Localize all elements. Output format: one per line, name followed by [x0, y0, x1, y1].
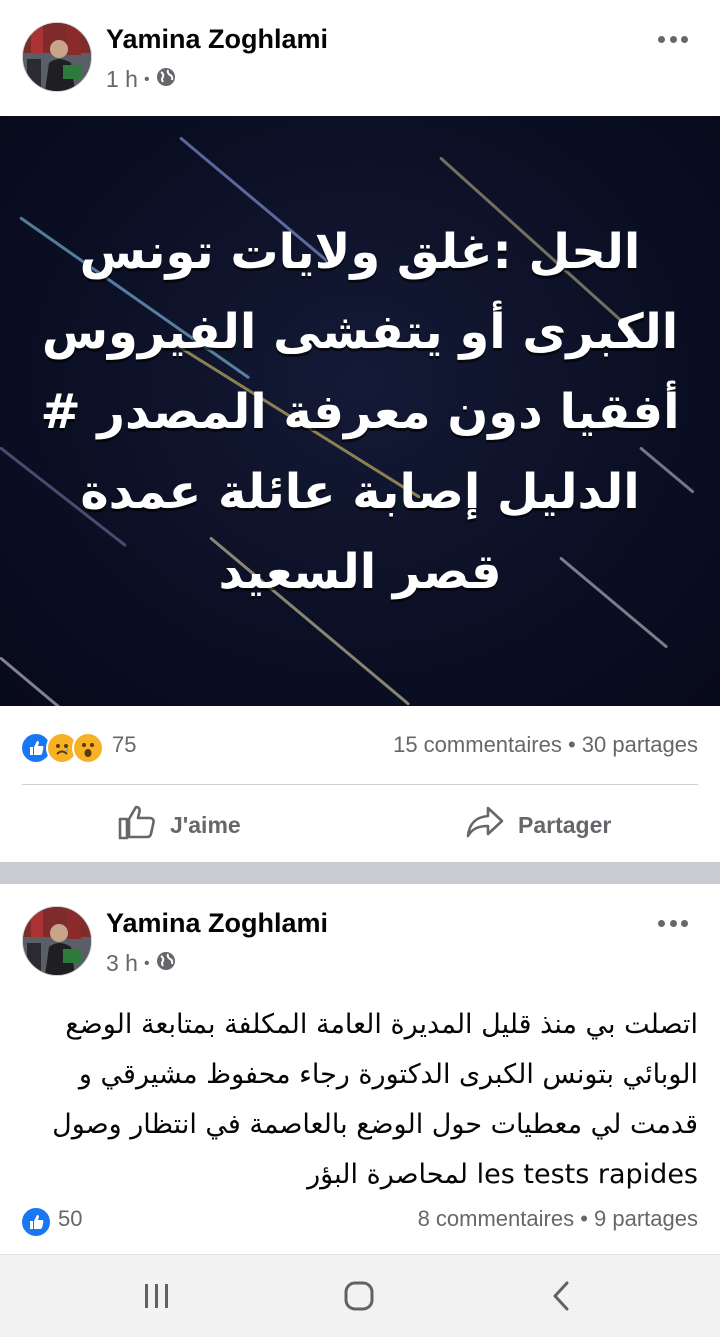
globe-icon [156, 66, 176, 93]
more-options-icon[interactable] [658, 34, 688, 44]
avatar[interactable] [22, 906, 92, 976]
post-image[interactable]: الحل :غلق ولايات تونس الكبرى أو يتفشى ال… [0, 116, 720, 706]
home-icon[interactable] [334, 1271, 384, 1321]
engagement-counts: 8 commentaires • 9 partages [418, 1206, 698, 1232]
back-icon[interactable] [536, 1271, 586, 1321]
reactions-summary[interactable]: 50 8 commentaires • 9 partages [0, 1200, 720, 1240]
wow-icon [72, 732, 104, 764]
post-header: Yamina Zoghlami 1 h • [0, 0, 720, 110]
post-text-line: les tests rapides لمحاصرة البؤر [307, 1159, 698, 1190]
banner-line: الحل :غلق ولايات تونس [79, 224, 641, 280]
author-name[interactable]: Yamina Zoghlami [106, 908, 328, 939]
separator-dot: • [567, 732, 582, 757]
post-card: Yamina Zoghlami 1 h • الحل :غلق ولايات ت… [0, 0, 720, 862]
like-label: J'aime [170, 811, 241, 838]
avatar[interactable] [22, 22, 92, 92]
shares-count[interactable]: 9 partages [594, 1206, 698, 1231]
share-arrow-icon [466, 805, 504, 845]
banner-line: الكبرى أو يتفشى الفيروس [41, 304, 679, 360]
like-button[interactable]: J'aime [118, 805, 241, 842]
author-name[interactable]: Yamina Zoghlami [106, 24, 328, 55]
comments-count[interactable]: 8 commentaires [418, 1206, 575, 1231]
engagement-counts: 15 commentaires • 30 partages [393, 732, 698, 758]
shares-count[interactable]: 30 partages [582, 732, 698, 757]
reaction-count: 75 [112, 732, 137, 757]
post-time[interactable]: 3 h [106, 950, 138, 977]
banner-line: قصر السعيد [218, 544, 502, 600]
system-navigation-bar [0, 1254, 720, 1337]
post-text-line: قدمت لي معطيات حول الوضع بالعاصمة في انت… [52, 1109, 698, 1140]
separator-dot: • [143, 70, 150, 88]
banner-line: الدليل إصابة عائلة عمدة [80, 464, 640, 520]
reaction-count: 50 [58, 1206, 83, 1231]
banner-line: أفقيا دون معرفة المصدر # [40, 384, 680, 440]
post-text-line: اتصلت بي منذ قليل المديرة العامة المكلفة… [65, 1009, 698, 1040]
banner-text: الحل :غلق ولايات تونس الكبرى أو يتفشى ال… [40, 212, 680, 612]
post-body: اتصلت بي منذ قليل المديرة العامة المكلفة… [30, 1000, 698, 1200]
thumbs-up-icon [118, 804, 156, 846]
recent-apps-icon[interactable] [132, 1271, 182, 1321]
post-text-line: الوبائي بتونس الكبرى الدكتورة رجاء محفوظ… [78, 1059, 698, 1090]
globe-icon [156, 950, 176, 977]
post-meta: 3 h • [106, 950, 176, 977]
more-options-icon[interactable] [658, 918, 688, 928]
reactions-summary[interactable]: 75 15 commentaires • 30 partages [0, 726, 720, 766]
share-label: Partager [518, 811, 612, 838]
like-icon [20, 1206, 52, 1238]
comments-count[interactable]: 15 commentaires [393, 732, 562, 757]
post-time[interactable]: 1 h [106, 66, 138, 93]
share-button[interactable]: Partager [466, 805, 612, 845]
post-header: Yamina Zoghlami 3 h • [0, 884, 720, 994]
divider [22, 784, 698, 785]
separator-dot: • [143, 954, 150, 972]
post-meta: 1 h • [106, 66, 176, 93]
separator-dot: • [580, 1206, 595, 1231]
post-card: Yamina Zoghlami 3 h • اتصلت بي منذ قليل … [0, 884, 720, 1254]
